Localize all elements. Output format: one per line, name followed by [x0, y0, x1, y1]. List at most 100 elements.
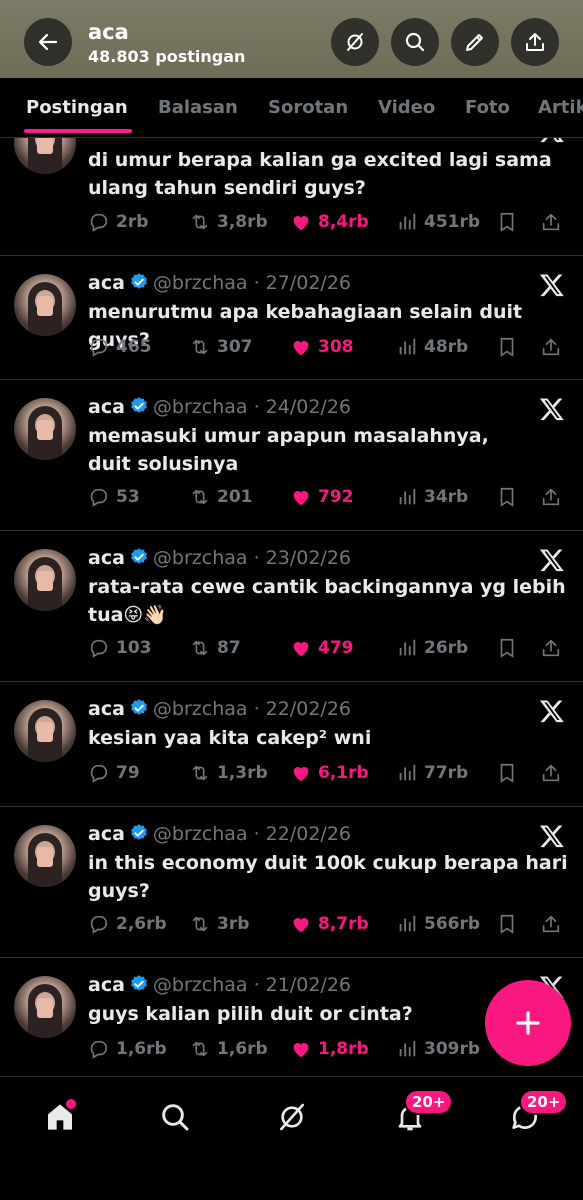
views-button[interactable]: 309rb — [396, 1038, 480, 1060]
tab-sorotan[interactable]: Sorotan — [268, 97, 348, 118]
repost-button[interactable]: 87 — [189, 637, 241, 659]
nav-home[interactable] — [40, 1097, 80, 1137]
post-date[interactable]: 21/02/26 — [266, 974, 351, 996]
reply-button[interactable]: 1,6rb — [88, 1038, 167, 1060]
reply-button[interactable]: 53 — [88, 486, 140, 508]
share-post-button[interactable] — [540, 486, 568, 508]
reply-button[interactable]: 103 — [88, 637, 152, 659]
post-item[interactable]: aca @brzchaa · 27/02/26 menurutmu apa keb… — [0, 256, 583, 380]
like-button[interactable]: 6,1rb — [290, 762, 369, 784]
share-post-button[interactable] — [540, 762, 568, 784]
x-logo-icon[interactable] — [539, 823, 565, 849]
bookmark-button[interactable] — [496, 336, 524, 358]
repost-button[interactable]: 1,3rb — [189, 762, 268, 784]
post-date[interactable]: 27/02/26 — [266, 272, 351, 294]
bookmark-button[interactable] — [496, 913, 524, 935]
post-item[interactable]: di umur berapa kalian ga excited lagi sa… — [0, 138, 583, 256]
avatar[interactable] — [14, 398, 76, 460]
share-button[interactable] — [511, 18, 559, 66]
reply-count: 53 — [116, 487, 140, 507]
bookmark-button[interactable] — [496, 762, 524, 784]
search-button[interactable] — [391, 18, 439, 66]
bookmark-button[interactable] — [496, 211, 524, 233]
avatar[interactable] — [14, 825, 76, 887]
like-button[interactable]: 8,4rb — [290, 211, 369, 233]
like-button[interactable]: 308 — [290, 336, 354, 358]
tab-balasan[interactable]: Balasan — [158, 97, 238, 118]
post-date[interactable]: 22/02/26 — [266, 823, 351, 845]
reply-button[interactable]: 2,6rb — [88, 913, 167, 935]
reply-button[interactable]: 465 — [88, 336, 152, 358]
like-button[interactable]: 792 — [290, 486, 354, 508]
author-name[interactable]: aca — [88, 974, 125, 996]
avatar[interactable] — [14, 549, 76, 611]
post-feed[interactable]: di umur berapa kalian ga excited lagi sa… — [0, 138, 583, 1078]
heart-filled-icon — [293, 491, 309, 506]
nav-notifications[interactable]: 20+ — [390, 1089, 454, 1137]
grok-button[interactable] — [331, 18, 379, 66]
avatar[interactable] — [14, 700, 76, 762]
repost-button[interactable]: 201 — [189, 486, 253, 508]
bookmark-button[interactable] — [496, 637, 524, 659]
post-item[interactable]: aca @brzchaa · 22/02/26 kesian yaa kita c… — [0, 682, 583, 807]
author-name[interactable]: aca — [88, 823, 125, 845]
author-handle[interactable]: @brzchaa — [153, 272, 248, 294]
share-post-button[interactable] — [540, 336, 568, 358]
views-button[interactable]: 566rb — [396, 913, 480, 935]
x-logo-icon[interactable] — [539, 396, 565, 422]
avatar[interactable] — [14, 976, 76, 1038]
post-date[interactable]: 23/02/26 — [266, 547, 351, 569]
nav-messages[interactable]: 20+ — [505, 1089, 569, 1137]
back-button[interactable] — [24, 18, 72, 66]
author-name[interactable]: aca — [88, 272, 125, 294]
views-button[interactable]: 26rb — [396, 637, 468, 659]
tab-foto[interactable]: Foto — [465, 97, 510, 118]
edit-button[interactable] — [451, 18, 499, 66]
author-handle[interactable]: @brzchaa — [153, 974, 248, 996]
nav-search[interactable] — [155, 1097, 195, 1137]
tab-artikel[interactable]: Artik — [538, 97, 583, 118]
avatar[interactable] — [14, 138, 76, 174]
like-button[interactable]: 1,8rb — [290, 1038, 369, 1060]
post-date[interactable]: 22/02/26 — [266, 698, 351, 720]
compose-post-button[interactable] — [485, 980, 571, 1066]
x-logo-icon[interactable] — [539, 138, 565, 144]
views-button[interactable]: 77rb — [396, 762, 468, 784]
author-name[interactable]: aca — [88, 547, 125, 569]
x-logo-icon[interactable] — [539, 547, 565, 573]
nav-grok[interactable] — [272, 1097, 312, 1137]
author-handle[interactable]: @brzchaa — [153, 823, 248, 845]
views-button[interactable]: 451rb — [396, 211, 480, 233]
post-date[interactable]: 24/02/26 — [266, 396, 351, 418]
x-logo-icon[interactable] — [539, 698, 565, 724]
avatar[interactable] — [14, 274, 76, 336]
share-icon — [542, 915, 560, 933]
views-button[interactable]: 34rb — [396, 486, 468, 508]
post-item[interactable]: aca @brzchaa · 22/02/26 in this economy d… — [0, 807, 583, 958]
repost-button[interactable]: 1,6rb — [189, 1038, 268, 1060]
bookmark-button[interactable] — [496, 486, 524, 508]
author-handle[interactable]: @brzchaa — [153, 698, 248, 720]
author-handle[interactable]: @brzchaa — [153, 547, 248, 569]
views-button[interactable]: 48rb — [396, 336, 468, 358]
repost-button[interactable]: 307 — [189, 336, 253, 358]
repost-button[interactable]: 3,8rb — [189, 211, 268, 233]
like-button[interactable]: 479 — [290, 637, 354, 659]
post-text: kesian yaa kita cakep² wni — [88, 727, 372, 749]
views-icon — [399, 213, 416, 230]
x-logo-icon[interactable] — [539, 272, 565, 298]
post-item[interactable]: aca @brzchaa · 23/02/26 rata-rata cewe ca… — [0, 531, 583, 682]
repost-button[interactable]: 3rb — [189, 913, 249, 935]
share-post-button[interactable] — [540, 211, 568, 233]
share-post-button[interactable] — [540, 913, 568, 935]
like-button[interactable]: 8,7rb — [290, 913, 369, 935]
post-item[interactable]: aca @brzchaa · 24/02/26 memasuki umur apa… — [0, 380, 583, 531]
reply-button[interactable]: 79 — [88, 762, 140, 784]
tab-postingan[interactable]: Postingan — [26, 97, 128, 118]
author-name[interactable]: aca — [88, 396, 125, 418]
reply-button[interactable]: 2rb — [88, 211, 148, 233]
author-name[interactable]: aca — [88, 698, 125, 720]
share-post-button[interactable] — [540, 637, 568, 659]
tab-video[interactable]: Video — [378, 97, 435, 118]
author-handle[interactable]: @brzchaa — [153, 396, 248, 418]
